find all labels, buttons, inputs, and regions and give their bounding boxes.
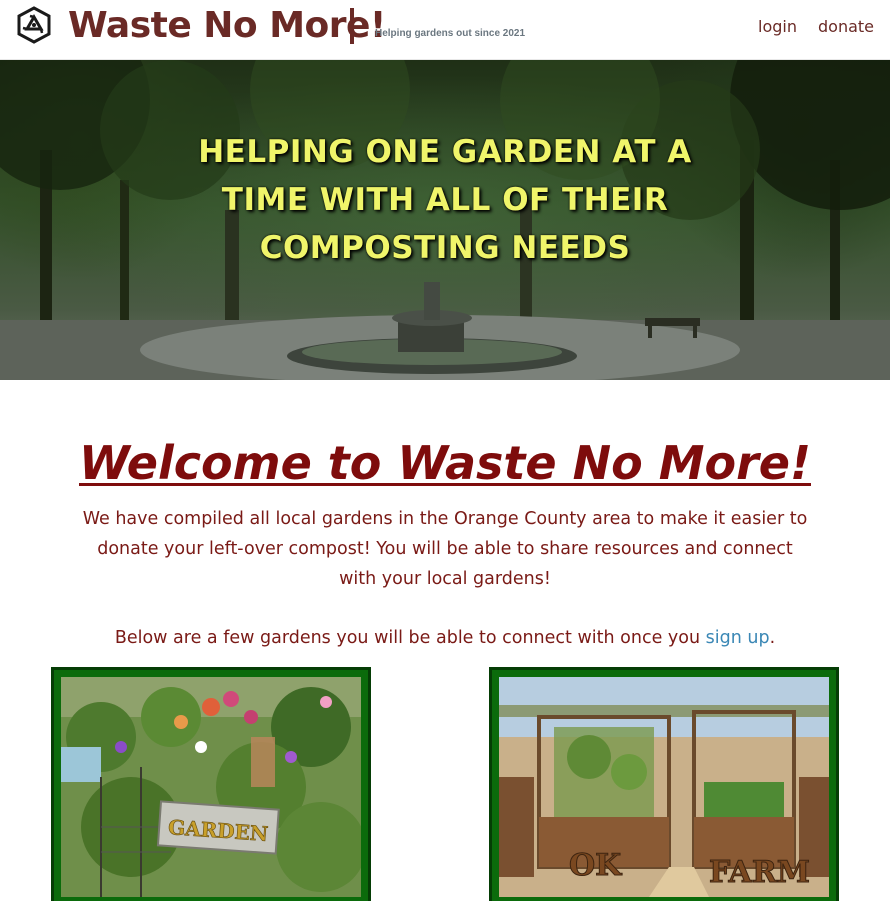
tagline: Helping gardens out since 2021 (375, 28, 526, 39)
signup-link[interactable]: sign up (706, 628, 770, 648)
ok-sign-text: OK (569, 848, 622, 883)
navbar: Waste No More! Helping gardens out since… (0, 0, 890, 60)
welcome-heading-text: Welcome to Waste No More! (79, 436, 811, 490)
connect-text: Below are a few gardens you will be able… (0, 624, 890, 652)
garden-photo-1: GARDEN (61, 677, 361, 897)
welcome-heading: Welcome to Waste No More! (0, 432, 890, 494)
intro-text: We have compiled all local gardens in th… (82, 509, 808, 589)
hero-banner: HELPING ONE GARDEN AT A TIME WITH ALL OF… (0, 60, 890, 380)
garden-card-2[interactable]: OK FARM (489, 667, 839, 901)
garden-card-1[interactable]: GARDEN (51, 667, 371, 901)
hero-title: HELPING ONE GARDEN AT A TIME WITH ALL OF… (198, 134, 692, 266)
connect-text-prefix: Below are a few gardens you will be able… (114, 628, 706, 648)
garden-sign: GARDEN (156, 800, 280, 855)
garden-photo-2: OK FARM (499, 677, 829, 897)
login-link[interactable]: login (758, 17, 797, 36)
farm-sign-text: FARM (709, 855, 810, 890)
donate-link[interactable]: donate (818, 17, 874, 36)
brand-divider (350, 8, 354, 44)
recycle-icon[interactable] (14, 5, 54, 45)
brand-title[interactable]: Waste No More! (68, 2, 386, 50)
connect-text-suffix: . (769, 628, 776, 648)
